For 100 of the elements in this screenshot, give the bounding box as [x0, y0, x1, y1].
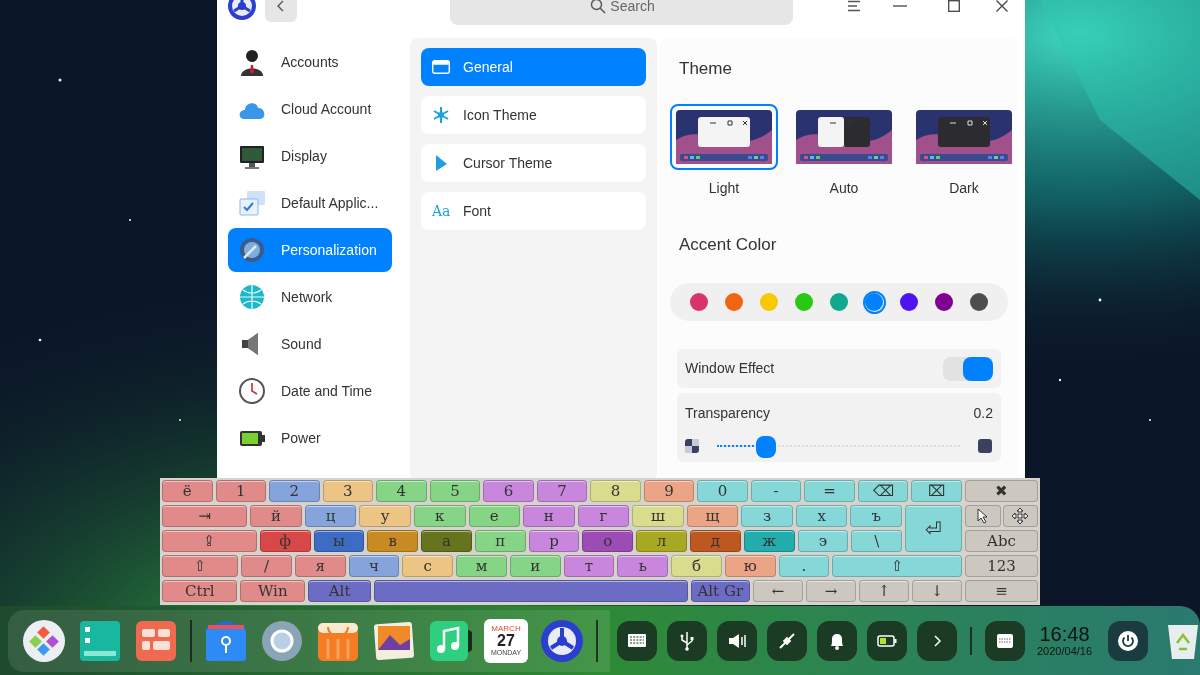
theme-option[interactable] — [670, 103, 778, 170]
sidebar-item[interactable]: Sound — [228, 322, 392, 366]
key[interactable]: м — [456, 555, 507, 577]
category-item[interactable]: Aa Font — [421, 192, 646, 230]
key[interactable]: х — [795, 505, 848, 527]
music-note-icon[interactable] — [428, 618, 472, 663]
key[interactable]: н — [523, 505, 575, 527]
key[interactable]: т — [563, 555, 615, 577]
tiles-icon[interactable] — [134, 618, 178, 663]
key[interactable]: 123 — [965, 555, 1038, 577]
key[interactable]: б — [671, 555, 722, 577]
menu-icon[interactable] — [847, 0, 861, 12]
key[interactable]: ⇧ — [162, 555, 239, 577]
circle-icon[interactable] — [260, 618, 304, 663]
tray-button[interactable] — [985, 620, 1025, 661]
category-item[interactable]: Cursor Theme — [421, 144, 646, 182]
key[interactable]: 8 — [590, 480, 641, 502]
key[interactable]: ч — [348, 555, 400, 577]
sidebar-item[interactable]: Date and Time — [228, 369, 392, 413]
key[interactable] — [965, 505, 1001, 527]
tray-button[interactable] — [867, 620, 907, 661]
power-button[interactable] — [1108, 620, 1149, 661]
toggle-switch[interactable] — [943, 356, 993, 381]
key[interactable]: ← — [753, 580, 803, 602]
key[interactable]: ⇥ — [162, 505, 248, 527]
key[interactable]: ё — [162, 480, 213, 502]
key[interactable]: = — [804, 480, 855, 502]
key[interactable]: п — [474, 530, 526, 552]
tray-button[interactable] — [767, 620, 807, 661]
key[interactable]: е — [468, 505, 521, 527]
key[interactable]: ю — [724, 555, 776, 577]
key[interactable]: э — [797, 530, 849, 552]
sidebar-item[interactable]: Display — [228, 134, 392, 178]
key[interactable]: с — [402, 555, 454, 577]
key[interactable]: ⌧ — [911, 480, 962, 502]
tray-button[interactable] — [667, 620, 707, 661]
gear-icon[interactable] — [540, 618, 584, 663]
key[interactable]: 7 — [536, 480, 588, 502]
key[interactable]: з — [741, 505, 793, 527]
category-item[interactable]: Icon Theme — [421, 96, 646, 134]
sidebar-item[interactable]: Personalization — [228, 228, 392, 272]
key[interactable]: ь — [617, 555, 669, 577]
key[interactable]: → — [806, 580, 856, 602]
key[interactable]: 2 — [269, 480, 320, 502]
panel-icon[interactable] — [78, 618, 122, 663]
key[interactable]: Ctrl — [162, 580, 238, 602]
key[interactable]: й — [250, 505, 302, 527]
maximize-icon[interactable] — [948, 0, 960, 12]
key[interactable]: 3 — [322, 480, 374, 502]
key[interactable]: ⌫ — [857, 480, 909, 502]
tray-button[interactable] — [617, 620, 657, 661]
clock[interactable]: 16:48 2020/04/16 — [1037, 624, 1093, 657]
key[interactable]: ↓ — [912, 580, 963, 602]
sidebar-item[interactable]: Cloud Account — [228, 87, 392, 131]
sidebar-item[interactable]: Network — [228, 275, 392, 319]
key[interactable]: у — [359, 505, 411, 527]
key[interactable]: ⇧ — [832, 555, 963, 577]
key[interactable]: Win — [240, 580, 306, 602]
key[interactable]: р — [528, 530, 580, 552]
key[interactable]: 6 — [483, 480, 534, 502]
sidebar-item[interactable]: Accounts — [228, 40, 392, 84]
key[interactable]: ъ — [850, 505, 902, 527]
key[interactable]: ц — [304, 505, 357, 527]
key[interactable]: 9 — [643, 480, 695, 502]
space-key[interactable] — [374, 580, 688, 602]
key[interactable]: ↑ — [859, 580, 910, 602]
key[interactable]: ж — [743, 530, 795, 552]
category-item[interactable]: General — [421, 48, 646, 86]
key[interactable]: в — [367, 530, 419, 552]
key[interactable]: 4 — [376, 480, 427, 502]
key[interactable] — [1002, 505, 1038, 527]
color-swatch[interactable] — [862, 290, 886, 314]
key[interactable]: ⇪ — [162, 530, 257, 552]
tray-button[interactable] — [717, 620, 757, 661]
key[interactable]: . — [778, 555, 830, 577]
slider[interactable] — [717, 436, 960, 456]
key[interactable]: \ — [851, 530, 903, 552]
key[interactable]: - — [750, 480, 802, 502]
key[interactable]: к — [413, 505, 466, 527]
key[interactable]: 1 — [215, 480, 267, 502]
key[interactable]: я — [294, 555, 346, 577]
key[interactable]: 0 — [697, 480, 748, 502]
key[interactable]: ≡ — [965, 580, 1038, 602]
key[interactable]: Abc — [965, 530, 1038, 552]
sidebar-item[interactable]: Default Applic... — [228, 181, 392, 225]
key[interactable]: 5 — [429, 480, 481, 502]
key[interactable]: щ — [686, 505, 739, 527]
key[interactable]: г — [577, 505, 630, 527]
tray-button[interactable] — [817, 620, 857, 661]
search-field[interactable]: Search — [450, 0, 793, 25]
key[interactable]: ⏎ — [905, 505, 963, 552]
key[interactable]: / — [241, 555, 292, 577]
key[interactable]: ш — [632, 505, 684, 527]
folder-icon[interactable] — [204, 618, 248, 663]
sidebar-item[interactable]: Power — [228, 416, 392, 460]
key[interactable]: ✖ — [965, 480, 1038, 502]
key[interactable]: л — [636, 530, 687, 552]
close-icon[interactable] — [996, 0, 1008, 12]
launcher-icon[interactable] — [22, 618, 66, 663]
key[interactable]: и — [509, 555, 561, 577]
